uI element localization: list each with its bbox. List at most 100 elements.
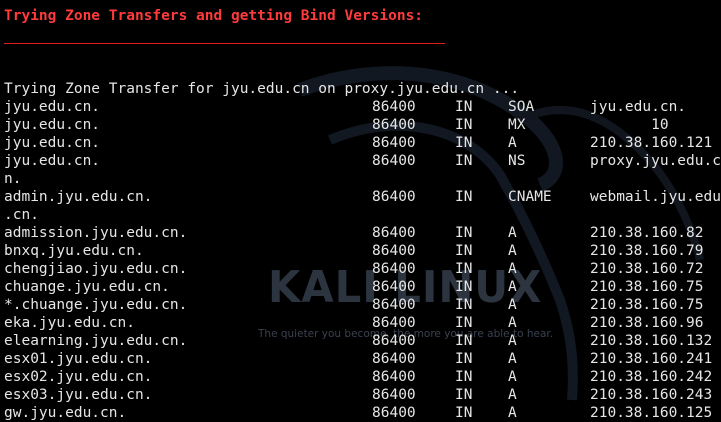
record-type: MX — [508, 117, 526, 133]
dns-record-row: esx01.jyu.edu.cn. 86400 IN A 210.38.160.241 — [4, 350, 721, 368]
record-ttl: 86400 — [372, 99, 416, 115]
record-type: A — [508, 261, 517, 277]
record-ttl: 86400 — [372, 153, 416, 169]
record-value: webmail.jyu.edu — [590, 189, 721, 205]
record-class: IN — [455, 351, 473, 367]
record-name: admin.jyu.edu.cn. — [4, 189, 153, 205]
dns-record-row: admission.jyu.edu.cn. 86400 IN A 210.38.160.… — [4, 224, 721, 242]
record-name: admission.jyu.edu.cn. — [4, 225, 188, 241]
record-value: 210.38.160.79 — [590, 243, 704, 259]
record-value: 210.38.160.241 — [590, 351, 713, 367]
dns-record-row: chengjiao.jyu.edu.cn. 86400 IN A 210.38.160.… — [4, 260, 721, 278]
record-ttl: 86400 — [372, 297, 416, 313]
record-class: IN — [455, 405, 473, 421]
wrapped-text: .cn. — [4, 207, 39, 223]
record-ttl: 86400 — [372, 315, 416, 331]
record-ttl: 86400 — [372, 261, 416, 277]
record-type: A — [508, 351, 517, 367]
record-ttl: 86400 — [372, 405, 416, 421]
wrapped-text: n. — [4, 171, 22, 187]
record-type: CNAME — [508, 189, 552, 205]
dns-record-row: jyu.edu.cn. 86400 IN SOA jyu.edu.cn. — [4, 98, 721, 116]
record-name: gw.jyu.edu.cn. — [4, 405, 127, 421]
record-class: IN — [455, 333, 473, 349]
record-type: A — [508, 279, 517, 295]
record-ttl: 86400 — [372, 135, 416, 151]
dns-record-row: gw.jyu.edu.cn. 86400 IN A 210.38.160.125 — [4, 404, 721, 422]
dns-record-row: admin.jyu.edu.cn. 86400 IN CNAME webmail.jyu… — [4, 188, 721, 206]
record-type: A — [508, 405, 517, 421]
dns-record-row: esx02.jyu.edu.cn. 86400 IN A 210.38.160.242 — [4, 368, 721, 386]
record-value: 210.38.160.82 — [590, 225, 704, 241]
header-underline — [4, 43, 445, 44]
record-class: IN — [455, 117, 473, 133]
dns-record-row: bnxq.jyu.edu.cn. 86400 IN A 210.38.160.79 — [4, 242, 721, 260]
record-ttl: 86400 — [372, 369, 416, 385]
record-class: IN — [455, 225, 473, 241]
record-ttl: 86400 — [372, 279, 416, 295]
record-type: NS — [508, 153, 526, 169]
record-ttl: 86400 — [372, 333, 416, 349]
dns-record-row: jyu.edu.cn. 86400 IN NS proxy.jyu.edu.c — [4, 152, 721, 170]
dns-record-row: chuange.jyu.edu.cn. 86400 IN A 210.38.160.75 — [4, 278, 721, 296]
record-value: 210.38.160.72 — [590, 261, 704, 277]
record-name: jyu.edu.cn. — [4, 99, 101, 115]
record-type: A — [508, 369, 517, 385]
record-class: IN — [455, 279, 473, 295]
record-class: IN — [455, 189, 473, 205]
zone-record-list: jyu.edu.cn. 86400 IN SOA jyu.edu.cn. jyu.edu.… — [4, 98, 721, 422]
record-type: A — [508, 135, 517, 151]
record-name: eka.jyu.edu.cn. — [4, 315, 135, 331]
record-ttl: 86400 — [372, 387, 416, 403]
record-value: 210.38.160.242 — [590, 369, 713, 385]
record-class: IN — [455, 315, 473, 331]
record-class: IN — [455, 243, 473, 259]
record-name: esx02.jyu.edu.cn. — [4, 369, 153, 385]
record-value: 210.38.160.96 — [590, 315, 704, 331]
record-value: 10 — [590, 117, 669, 133]
dns-record-row: eka.jyu.edu.cn. 86400 IN A 210.38.160.96 — [4, 314, 721, 332]
record-name: bnxq.jyu.edu.cn. — [4, 243, 144, 259]
record-type: SOA — [508, 99, 535, 115]
dns-record-row: esx03.jyu.edu.cn. 86400 IN A 210.38.160.243 — [4, 386, 721, 404]
record-ttl: 86400 — [372, 243, 416, 259]
record-name: jyu.edu.cn. — [4, 135, 101, 151]
dns-record-row: jyu.edu.cn. 86400 IN MX 10 — [4, 116, 721, 134]
record-class: IN — [455, 153, 473, 169]
record-name: jyu.edu.cn. — [4, 153, 101, 169]
record-value: 210.38.160.75 — [590, 297, 704, 313]
record-value: jyu.edu.cn. — [590, 99, 687, 115]
record-type: A — [508, 387, 517, 403]
record-ttl: 86400 — [372, 351, 416, 367]
dns-record-row: jyu.edu.cn. 86400 IN A 210.38.160.121 — [4, 134, 721, 152]
terminal-window[interactable]: KALI LINUX The quieter you become, the m… — [0, 0, 721, 422]
record-ttl: 86400 — [372, 225, 416, 241]
record-name: esx01.jyu.edu.cn. — [4, 351, 153, 367]
wrapped-line: n. — [4, 170, 721, 188]
section-header: Trying Zone Transfers and getting Bind V… — [4, 8, 424, 24]
record-class: IN — [455, 99, 473, 115]
wrapped-line: .cn. — [4, 206, 721, 224]
record-name: *.chuange.jyu.edu.cn. — [4, 297, 188, 313]
terminal-output: Trying Zone Transfer for jyu.edu.cn on p… — [4, 80, 721, 422]
intro-line: Trying Zone Transfer for jyu.edu.cn on p… — [4, 80, 721, 98]
record-name: esx03.jyu.edu.cn. — [4, 387, 153, 403]
dns-record-row: elearning.jyu.edu.cn. 86400 IN A 210.38.160.… — [4, 332, 721, 350]
record-value: 210.38.160.132 — [590, 333, 713, 349]
record-ttl: 86400 — [372, 117, 416, 133]
record-class: IN — [455, 261, 473, 277]
record-type: A — [508, 315, 517, 331]
record-class: IN — [455, 135, 473, 151]
record-value: 210.38.160.125 — [590, 405, 713, 421]
record-type: A — [508, 225, 517, 241]
record-type: A — [508, 297, 517, 313]
record-type: A — [508, 243, 517, 259]
intro-text: Trying Zone Transfer for jyu.edu.cn on p… — [4, 81, 520, 97]
dns-record-row: *.chuange.jyu.edu.cn. 86400 IN A 210.38.160.… — [4, 296, 721, 314]
record-name: jyu.edu.cn. — [4, 117, 101, 133]
record-class: IN — [455, 297, 473, 313]
record-value: 210.38.160.121 — [590, 135, 713, 151]
record-ttl: 86400 — [372, 189, 416, 205]
record-value: 210.38.160.75 — [590, 279, 704, 295]
record-class: IN — [455, 387, 473, 403]
